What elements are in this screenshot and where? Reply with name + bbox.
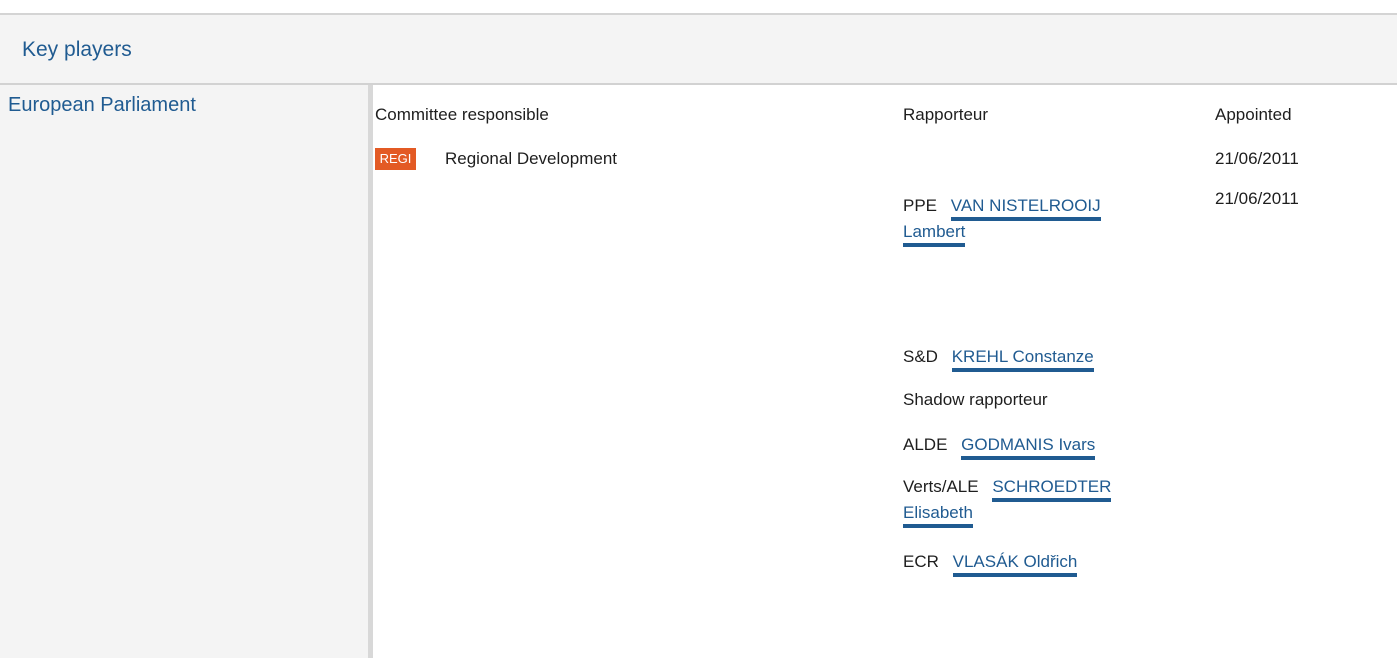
political-group: S&D [903, 347, 938, 366]
rapporteur-entry: PPE VAN NISTELROOIJ Lambert [903, 193, 1188, 247]
political-group: PPE [903, 196, 938, 215]
institution-name: European Parliament [8, 94, 196, 116]
rapporteur-date: 21/06/2011 [1215, 189, 1299, 208]
political-group: Verts/ALE [903, 477, 979, 496]
key-players-panel: Key players European Parliament Committe… [0, 13, 1397, 658]
committee-name: Regional Development [445, 149, 617, 168]
shadow-rapporteur-label: Shadow rapporteur [903, 390, 1048, 409]
committee-content: Committee responsible Rapporteur Appoint… [368, 85, 1397, 658]
shadow-rapporteur-link[interactable]: VLASÁK Oldřich [952, 552, 1078, 577]
rapporteur-header: Rapporteur [903, 105, 989, 124]
shadow-rapporteur-entry: ECR VLASÁK Oldřich [903, 552, 1078, 577]
committee-badge: REGI [375, 148, 416, 170]
shadow-rapporteur-entry: Verts/ALE SCHROEDTER Elisabeth [903, 474, 1188, 528]
rapporteur-entry: S&D KREHL Constanze [903, 347, 1094, 372]
appointed-header: Appointed [1215, 105, 1292, 124]
political-group: ECR [903, 552, 939, 571]
committee-date: 21/06/2011 [1215, 149, 1299, 168]
political-group: ALDE [903, 435, 948, 454]
rapporteur-link[interactable]: KREHL Constanze [951, 347, 1094, 372]
panel-title: Key players [22, 38, 132, 61]
committee-header: Committee responsible [375, 105, 549, 124]
shadow-rapporteur-link[interactable]: GODMANIS Ivars [961, 435, 1096, 460]
shadow-rapporteur-entry: ALDE GODMANIS Ivars [903, 435, 1096, 460]
